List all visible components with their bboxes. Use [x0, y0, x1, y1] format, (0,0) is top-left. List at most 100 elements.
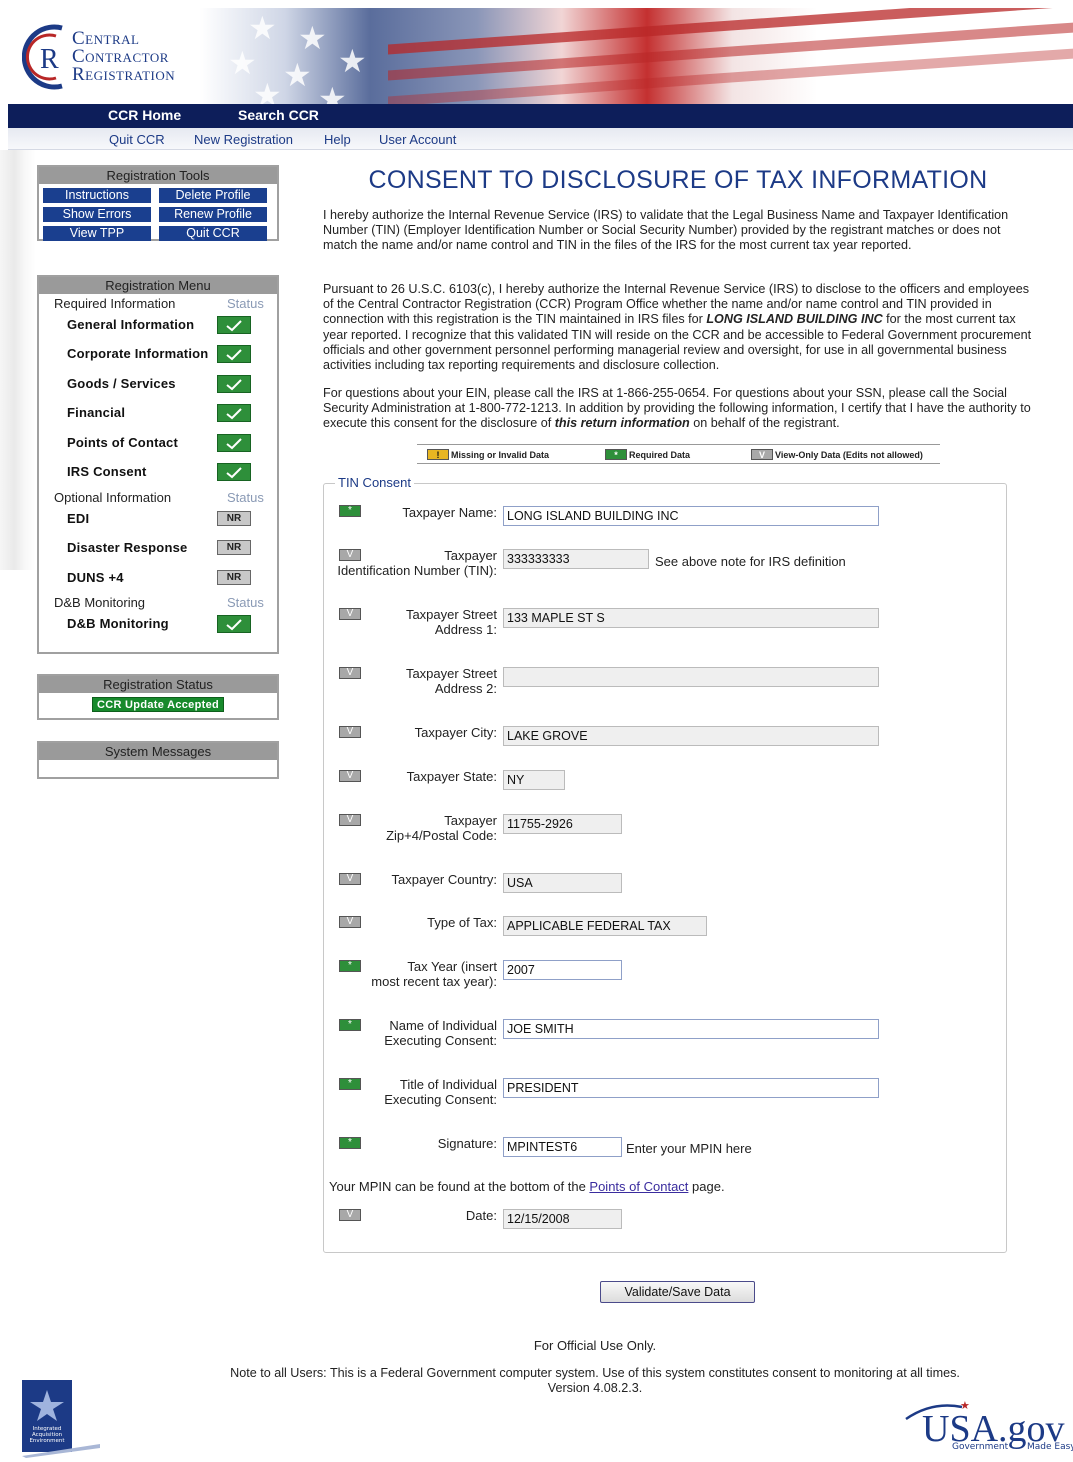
individual-title-input[interactable] [503, 1078, 879, 1098]
date-field[interactable] [503, 1209, 622, 1229]
field-label: Taxpayer State: [407, 769, 497, 784]
view-only-indicator-icon: V [339, 814, 361, 826]
status-badge: CCR Update Accepted [92, 697, 224, 712]
menu-points-of-contact[interactable]: Points of Contact [67, 435, 178, 450]
legend-label: View-Only Data (Edits not allowed) [775, 449, 923, 460]
tax-year-input[interactable] [503, 960, 622, 980]
registration-status-panel: Registration Status CCR Update Accepted [37, 674, 279, 720]
menu-irs-consent[interactable]: IRS Consent [67, 464, 146, 479]
street-address2-field[interactable] [503, 667, 879, 687]
emphasis-text: this return information [554, 416, 690, 431]
instructions-button[interactable]: Instructions [43, 188, 151, 203]
header-banner: ★ ★ ★ ★ ★ ★ ★ R Central Contractor Registra… [8, 8, 1073, 114]
taxpayer-name-input[interactable] [503, 506, 879, 526]
zip-field[interactable] [503, 814, 622, 834]
check-icon [217, 615, 251, 633]
decorative-pillar [0, 150, 36, 570]
tin-note: See above note for IRS definition [655, 554, 846, 569]
nr-status-badge: NR [217, 570, 251, 585]
field-label: Taxpayer Street Address 1: [406, 607, 497, 637]
city-field[interactable] [503, 726, 879, 746]
tin-field[interactable] [503, 549, 649, 569]
label-line: Taxpayer Street [405, 666, 497, 681]
points-of-contact-link[interactable]: Points of Contact [589, 1179, 688, 1194]
flag-stars: ★ ★ ★ ★ ★ ★ ★ [228, 10, 367, 114]
usagov-logo-icon[interactable]: ★ USA.gov Government Made Easy [902, 1397, 1073, 1457]
tin-consent-fieldset [323, 483, 1007, 1253]
nav-ccr-home[interactable]: CCR Home [108, 107, 181, 123]
federal-notice: Note to all Users: This is a Federal Gov… [150, 1366, 1040, 1396]
menu-disaster-response[interactable]: Disaster Response [67, 540, 187, 555]
mpin-note: Your MPIN can be found at the bottom of … [329, 1179, 725, 1194]
field-label: Date: [466, 1208, 497, 1223]
country-field[interactable] [503, 873, 622, 893]
label-line: Taxpayer City: [414, 725, 497, 740]
menu-edi[interactable]: EDI [67, 511, 89, 526]
optional-info-heading: Optional Information [54, 490, 172, 505]
label-line: Address 2: [434, 681, 497, 696]
iae-logo-icon: Integrated Acquisition Environment [22, 1380, 100, 1458]
label-line: Title of Individual [399, 1077, 497, 1092]
label-line: Date: [465, 1208, 497, 1223]
label-line: most recent tax year): [371, 974, 497, 989]
note-text: Your MPIN can be found at the bottom of … [329, 1179, 590, 1194]
note-text: page. [688, 1179, 725, 1194]
view-tpp-button[interactable]: View TPP [43, 226, 151, 241]
usagov-tagline: Government [952, 1442, 1009, 1452]
signature-mpin-input[interactable] [503, 1137, 622, 1157]
menu-financial[interactable]: Financial [67, 405, 125, 420]
field-label: Tax Year (insert most recent tax year): [371, 959, 497, 989]
menu-general-information[interactable]: General Information [67, 317, 194, 332]
ccr-logo-text: Central Contractor Registration [72, 29, 175, 84]
legal-business-name: LONG ISLAND BUILDING INC [706, 312, 883, 327]
nav-user-account[interactable]: User Account [379, 132, 456, 147]
label-line: Type of Tax: [427, 915, 497, 930]
required-indicator-icon: * [339, 505, 361, 517]
label-line: Executing Consent: [384, 1092, 497, 1107]
view-only-indicator-icon: V [339, 1209, 361, 1221]
label-line: Signature: [437, 1136, 497, 1151]
menu-goods-services[interactable]: Goods / Services [67, 376, 176, 391]
nav-help[interactable]: Help [324, 132, 351, 147]
nav-new-registration[interactable]: New Registration [194, 132, 293, 147]
required-indicator-icon: * [339, 1078, 361, 1090]
field-label: Taxpayer Identification Number (TIN): [337, 548, 497, 578]
nr-status-badge: NR [217, 511, 251, 526]
type-of-tax-field[interactable] [503, 916, 707, 936]
label-line: Tax Year (insert [407, 959, 497, 974]
label-line: Taxpayer Name: [402, 505, 497, 520]
warning-icon: ! [427, 449, 449, 460]
field-label: Taxpayer Country: [392, 872, 498, 887]
nav-quit-ccr[interactable]: Quit CCR [109, 132, 165, 147]
version-text: Version 4.08.2.3. [547, 1381, 643, 1395]
state-field[interactable] [503, 770, 565, 790]
quit-ccr-button[interactable]: Quit CCR [159, 226, 267, 241]
view-only-indicator-icon: V [339, 667, 361, 679]
individual-name-input[interactable] [503, 1019, 879, 1039]
field-label: Taxpayer City: [415, 725, 497, 740]
renew-profile-button[interactable]: Renew Profile [159, 207, 267, 222]
street-address1-field[interactable] [503, 608, 879, 628]
panel-heading: Registration Menu [39, 277, 277, 294]
menu-dnb-monitoring[interactable]: D&B Monitoring [67, 616, 169, 631]
view-only-indicator-icon: V [339, 916, 361, 928]
label-line: Zip+4/Postal Code: [386, 828, 497, 843]
label-line: Taxpayer State: [406, 769, 497, 784]
legend-viewonly: V View-Only Data (Edits not allowed) [751, 449, 923, 460]
menu-corporate-information[interactable]: Corporate Information [67, 346, 208, 361]
check-icon [217, 316, 251, 334]
panel-heading: Registration Status [39, 676, 277, 693]
validate-save-button[interactable]: Validate/Save Data [600, 1281, 755, 1303]
consent-paragraph-1: I hereby authorize the Internal Revenue … [323, 208, 1009, 253]
usagov-tagline: Made Easy [1027, 1442, 1073, 1452]
required-indicator-icon: * [339, 1137, 361, 1149]
show-errors-button[interactable]: Show Errors [43, 207, 151, 222]
legend-required: * Required Data [605, 449, 690, 460]
legend-label: Required Data [629, 449, 691, 460]
label-line: Taxpayer Country: [391, 872, 498, 887]
label-line: Executing Consent: [384, 1033, 497, 1048]
menu-duns-plus4[interactable]: DUNS +4 [67, 570, 124, 585]
nav-search-ccr[interactable]: Search CCR [238, 107, 319, 123]
notice-text: Note to all Users: This is a Federal Gov… [230, 1366, 960, 1380]
delete-profile-button[interactable]: Delete Profile [159, 188, 267, 203]
